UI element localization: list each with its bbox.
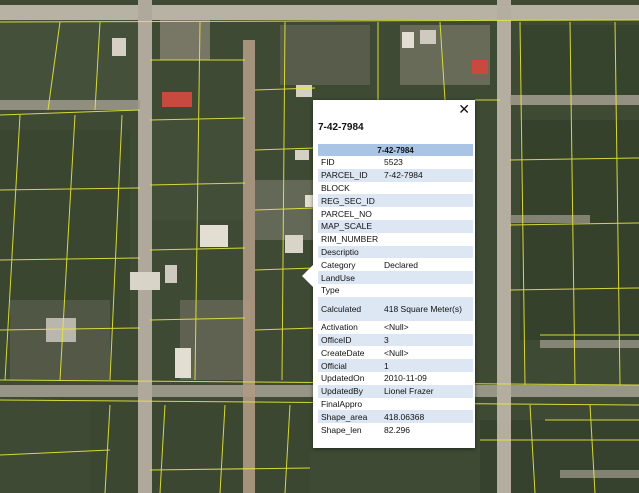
table-row: BLOCK — [318, 181, 474, 195]
table-row: Shape_area 418.06368 — [318, 410, 474, 424]
table-row: UpdatedOn 2010-11-09 — [318, 371, 474, 385]
table-row: FID 5523 — [318, 156, 474, 169]
field-value: 3 — [381, 333, 474, 347]
field-name: PARCEL_NO — [318, 207, 381, 220]
field-value: Lionel Frazer — [381, 384, 474, 398]
field-name: Category — [318, 258, 381, 272]
field-name: CreateDate — [318, 346, 381, 360]
field-name: OfficeID — [318, 333, 381, 347]
table-row: Shape_len 82.296 — [318, 423, 474, 436]
table-row: Activation <Null> — [318, 320, 474, 334]
field-name: Descriptio — [318, 245, 381, 259]
field-name: UpdatedBy — [318, 384, 381, 398]
table-row: OfficeID 3 — [318, 333, 474, 347]
table-row: RIM_NUMBER — [318, 232, 474, 246]
field-value: <Null> — [381, 320, 474, 334]
field-name: MAP_SCALE — [318, 219, 381, 233]
field-value: Declared — [381, 258, 474, 272]
field-value: 82.296 — [381, 423, 474, 436]
parcel-info-popup: ✕ 7-42-7984 7-42-7984 FID 5523 PARCEL_ID… — [302, 100, 475, 448]
field-value — [381, 232, 474, 246]
field-value: 5523 — [381, 156, 474, 169]
field-name: Calculated — [318, 296, 381, 321]
table-row: REG_SEC_ID — [318, 194, 474, 208]
field-name: RIM_NUMBER — [318, 232, 381, 246]
table-row: Descriptio — [318, 245, 474, 259]
table-row: Category Declared — [318, 258, 474, 272]
field-name: LandUse — [318, 271, 381, 284]
field-name: Type — [318, 283, 381, 297]
table-row: PARCEL_ID 7-42-7984 — [318, 168, 474, 182]
field-value: 418 Square Meter(s) — [381, 296, 474, 321]
table-row: Official 1 — [318, 359, 474, 372]
table-row: UpdatedBy Lionel Frazer — [318, 384, 474, 398]
popup-pointer — [302, 265, 313, 287]
field-name: FID — [318, 156, 381, 169]
table-row: LandUse — [318, 271, 474, 284]
field-value — [381, 219, 474, 233]
field-name: REG_SEC_ID — [318, 194, 381, 208]
field-value: 7-42-7984 — [381, 168, 474, 182]
attribute-table: 7-42-7984 FID 5523 PARCEL_ID 7-42-7984 B… — [318, 144, 474, 436]
field-value — [381, 207, 474, 220]
table-header: 7-42-7984 — [318, 144, 474, 156]
field-value — [381, 271, 474, 284]
table-row: Calculated 418 Square Meter(s) — [318, 296, 474, 321]
field-value — [381, 194, 474, 208]
field-value — [381, 245, 474, 259]
field-name: PARCEL_ID — [318, 168, 381, 182]
field-value: <Null> — [381, 346, 474, 360]
field-name: BLOCK — [318, 181, 381, 195]
field-value: 1 — [381, 359, 474, 372]
table-row: PARCEL_NO — [318, 207, 474, 220]
field-name: Shape_area — [318, 410, 381, 424]
field-value: 418.06368 — [381, 410, 474, 424]
field-name: FinalAppro — [318, 397, 381, 411]
field-name: UpdatedOn — [318, 371, 381, 385]
table-row: CreateDate <Null> — [318, 346, 474, 360]
field-value — [381, 283, 474, 297]
field-value — [381, 397, 474, 411]
field-name: Shape_len — [318, 423, 381, 436]
table-row: FinalAppro — [318, 397, 474, 411]
field-name: Official — [318, 359, 381, 372]
field-value: 2010-11-09 — [381, 371, 474, 385]
close-icon[interactable]: ✕ — [458, 102, 470, 116]
popup-title: 7-42-7984 — [318, 122, 364, 133]
table-row: Type — [318, 283, 474, 297]
table-row: MAP_SCALE — [318, 219, 474, 233]
field-value — [381, 181, 474, 195]
field-name: Activation — [318, 320, 381, 334]
